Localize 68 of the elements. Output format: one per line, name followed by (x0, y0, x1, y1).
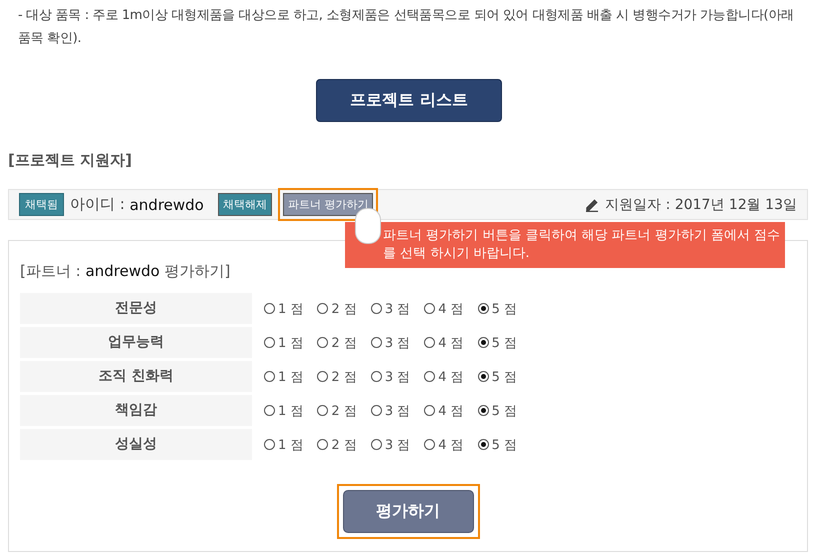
option-label: 4 점 (438, 334, 464, 352)
option-label: 4 점 (438, 436, 464, 454)
radio-button[interactable] (370, 371, 382, 382)
option-label: 2 점 (331, 368, 357, 386)
radio-button[interactable] (478, 439, 489, 450)
radio-button[interactable] (264, 371, 275, 382)
option-label: 3 점 (384, 334, 410, 352)
section-heading: [프로젝트 지원자] (8, 151, 133, 170)
radio-button[interactable] (370, 439, 382, 450)
notice-text: - 대상 품목 : 주로 1m이상 대형제품을 대상으로 하고, 소형제품은 선택품목으로 되어 있어 대형제품 배출 시 병행수거가 가능합니다(아래 품목 확인). (18, 7, 795, 48)
radio-button[interactable] (317, 303, 328, 314)
submit-button[interactable]: 평가하기 (342, 490, 474, 533)
option-label: 2 점 (331, 334, 357, 352)
option-label: 1 점 (278, 402, 304, 420)
radio-button[interactable] (424, 303, 436, 314)
option-label: 1 점 (278, 334, 304, 352)
option-label: 3 점 (384, 368, 410, 386)
radio-button[interactable] (370, 337, 382, 348)
option-label: 1 점 (278, 436, 304, 454)
radio-button[interactable] (478, 371, 489, 382)
option-label: 5 점 (492, 436, 518, 454)
tooltip-text: 파트너 평가하기 버튼을 클릭하여 해당 파트너 평가하기 폼에서 점수를 선택 하시기 바랍니다. (383, 227, 782, 263)
criterion-cell: 성실성 (20, 429, 252, 460)
option-label: 4 점 (438, 402, 464, 420)
option-label: 2 점 (331, 300, 357, 318)
option-label: 3 점 (384, 436, 410, 454)
radio-button[interactable] (317, 371, 328, 382)
id-label: 아이디 : (70, 195, 126, 214)
radio-button[interactable] (317, 405, 328, 416)
status-badge: 채택됨 (19, 193, 64, 216)
option-label: 5 점 (492, 368, 518, 386)
radio-button[interactable] (370, 405, 382, 416)
radio-button[interactable] (478, 303, 489, 314)
criterion-cell: 업무능력 (20, 327, 252, 358)
criterion-cell: 전문성 (20, 293, 252, 324)
project-list-button[interactable]: 프로젝트 리스트 (316, 79, 502, 122)
evaluate-button[interactable]: 파트너 평가하기 (282, 193, 374, 216)
unselect-button[interactable]: 채택해제 (218, 193, 272, 216)
applicant-id: andrewdo (130, 196, 204, 214)
radio-button[interactable] (264, 439, 275, 450)
radio-button[interactable] (264, 337, 275, 348)
option-label: 5 점 (492, 334, 518, 352)
radio-button[interactable] (478, 405, 489, 416)
radio-button[interactable] (264, 405, 275, 416)
criterion-cell: 책임감 (20, 395, 252, 426)
form-title: [파트너 : andrewdo 평가하기] (20, 262, 232, 281)
option-label: 1 점 (278, 300, 304, 318)
radio-button[interactable] (424, 405, 436, 416)
radio-button[interactable] (317, 337, 328, 348)
pencil-icon (585, 198, 600, 212)
option-label: 1 점 (278, 368, 304, 386)
radio-button[interactable] (424, 439, 436, 450)
radio-button[interactable] (370, 303, 382, 314)
option-label: 4 점 (438, 300, 464, 318)
option-label: 4 점 (438, 368, 464, 386)
option-label: 2 점 (331, 436, 357, 454)
application-date: 지원일자 : 2017년 12월 13일 (605, 196, 797, 214)
radio-button[interactable] (478, 337, 489, 348)
criterion-cell: 조직 친화력 (20, 361, 252, 392)
option-label: 3 점 (384, 402, 410, 420)
radio-button[interactable] (424, 371, 436, 382)
option-label: 3 점 (384, 300, 410, 318)
radio-button[interactable] (424, 337, 436, 348)
option-label: 2 점 (331, 402, 357, 420)
radio-button[interactable] (317, 439, 328, 450)
radio-button[interactable] (264, 303, 275, 314)
option-label: 5 점 (492, 402, 518, 420)
option-label: 5 점 (492, 300, 518, 318)
